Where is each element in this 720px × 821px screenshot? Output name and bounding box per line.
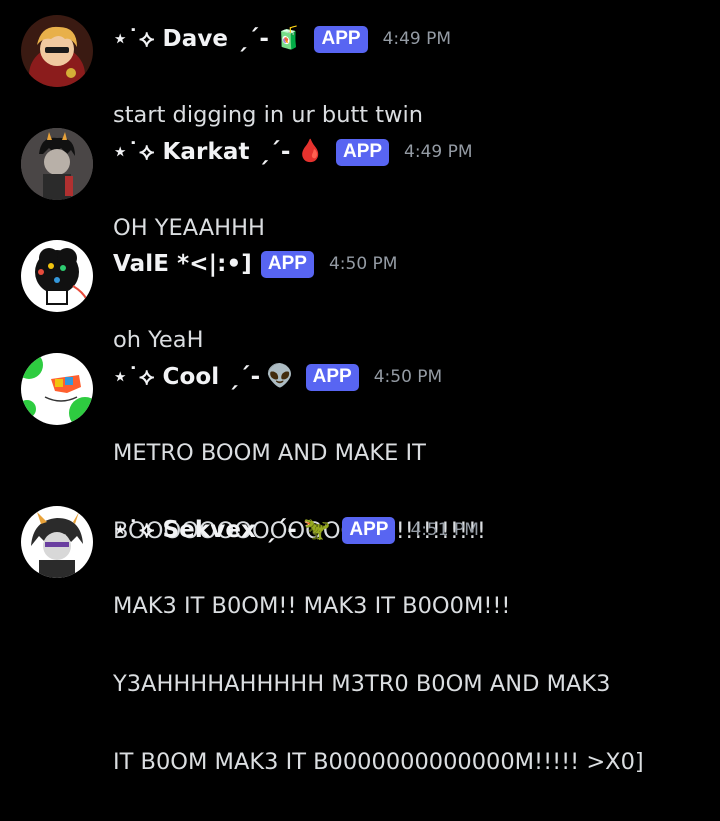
username[interactable]: ⋆˙⟡ Karkat ˏ´- bbox=[113, 139, 291, 165]
message-line: OH YEAAHHH bbox=[113, 215, 265, 241]
message-line: MAK3 IT B0OM!! MAK3 IT B0O0M!!! bbox=[113, 593, 511, 619]
username[interactable]: ⋆˙⟡ Dave ˏ´- bbox=[113, 26, 269, 52]
app-badge: APP bbox=[260, 250, 314, 278]
message-header: ⋆˙⟡ Cool ˏ´- 👽 APP 4:50 PM bbox=[113, 362, 442, 392]
message-header: ⋆˙⟡ Dave ˏ´- 🧃 APP 4:49 PM bbox=[113, 24, 451, 54]
app-badge: APP bbox=[342, 516, 396, 544]
message-line: oh YeaH bbox=[113, 327, 204, 353]
message-header: ⋆˙⟡ Sekvex ˏ´- 🦖 APP 4:51 PM bbox=[113, 515, 479, 545]
timestamp[interactable]: 4:49 PM bbox=[404, 142, 473, 162]
timestamp[interactable]: 4:50 PM bbox=[329, 254, 398, 274]
app-badge: APP bbox=[335, 138, 390, 166]
avatar[interactable] bbox=[21, 128, 93, 200]
timestamp[interactable]: 4:50 PM bbox=[374, 367, 443, 387]
app-badge: APP bbox=[305, 363, 359, 391]
timestamp[interactable]: 4:51 PM bbox=[410, 520, 479, 540]
avatar[interactable] bbox=[21, 506, 93, 578]
username[interactable]: ValE *<|:•] bbox=[113, 251, 252, 277]
avatar[interactable] bbox=[21, 240, 93, 312]
message-line: start digging in ur butt twin bbox=[113, 102, 424, 128]
message-line: METRO BOOM AND MAKE IT bbox=[113, 440, 426, 466]
chat-message-list: ⋆˙⟡ Dave ˏ´- 🧃 APP 4:49 PM start digging… bbox=[0, 0, 720, 775]
avatar[interactable] bbox=[21, 15, 93, 87]
t-rex-emoji-icon: 🦖 bbox=[302, 517, 331, 542]
message-line: Y3AHHHHAHHHHH M3TR0 B0OM AND MAK3 bbox=[113, 671, 611, 697]
avatar[interactable] bbox=[21, 353, 93, 425]
message-header: ⋆˙⟡ Karkat ˏ´- 🩸 APP 4:49 PM bbox=[113, 137, 473, 167]
timestamp[interactable]: 4:49 PM bbox=[383, 29, 452, 49]
username[interactable]: ⋆˙⟡ Sekvex ˏ´- bbox=[113, 517, 297, 543]
message-header: ValE *<|:•] APP 4:50 PM bbox=[113, 249, 397, 279]
message-line: IT B0OM MAK3 IT B0000000000000M!!!!! >X0… bbox=[113, 749, 644, 775]
drop-of-blood-emoji-icon: 🩸 bbox=[296, 139, 324, 164]
alien-emoji-icon: 👽 bbox=[266, 364, 294, 389]
username[interactable]: ⋆˙⟡ Cool ˏ´- bbox=[113, 364, 260, 390]
juice-box-emoji-icon: 🧃 bbox=[275, 26, 303, 51]
app-badge: APP bbox=[314, 25, 368, 53]
message-content: MAK3 IT B0OM!! MAK3 IT B0O0M!!! Y3AHHHHA… bbox=[113, 548, 703, 821]
